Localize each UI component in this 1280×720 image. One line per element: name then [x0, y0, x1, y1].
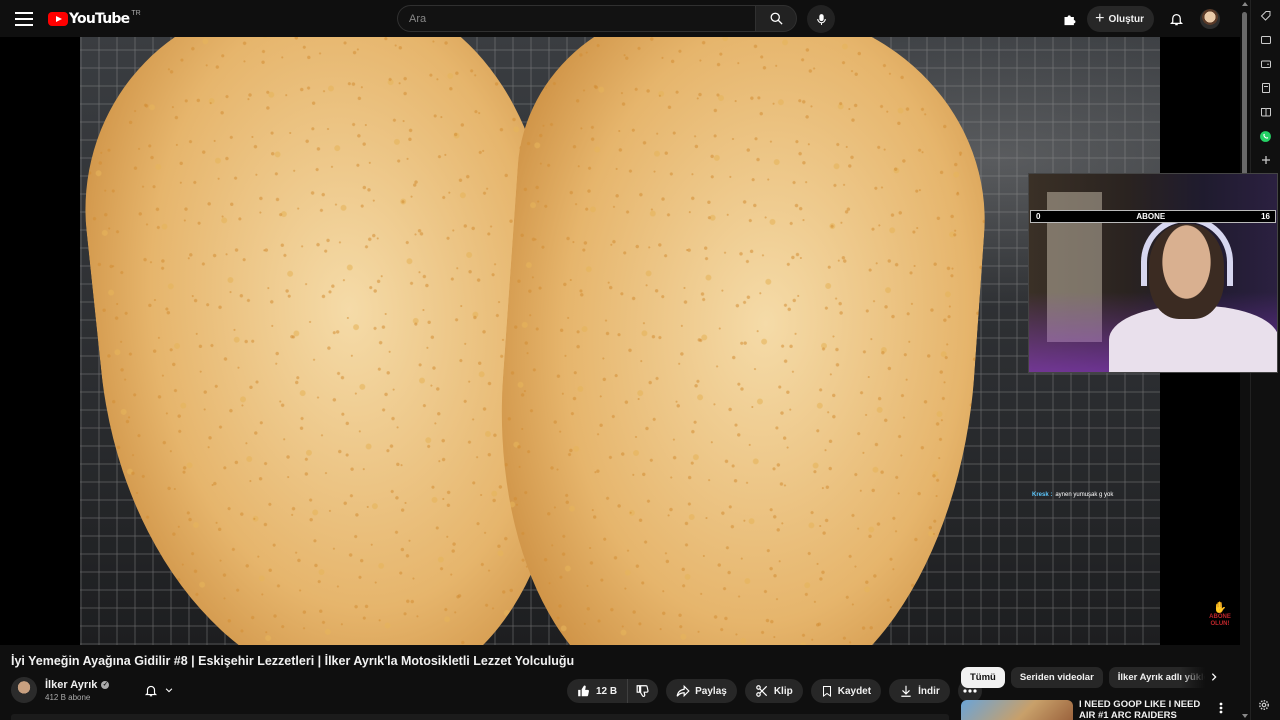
video-actions: 12 B Paylaş Klip Kaydet İndir	[567, 679, 982, 703]
side-panel-reader-button[interactable]	[1258, 104, 1274, 120]
recommendation-menu-button[interactable]	[1219, 702, 1223, 717]
notifications-button[interactable]	[1162, 5, 1190, 33]
side-panel-add-button[interactable]	[1258, 152, 1274, 168]
channel-name-link[interactable]: İlker Ayrık ✓	[45, 678, 110, 691]
channel-name: İlker Ayrık	[45, 678, 98, 691]
chip-series-videos[interactable]: Seriden videolar	[1010, 666, 1103, 688]
recommendation-thumbnail[interactable]	[961, 700, 1073, 720]
extension-puzzle-button[interactable]	[1055, 5, 1083, 33]
thumbs-down-icon	[636, 685, 649, 697]
scroll-down-arrow-icon[interactable]	[1242, 714, 1248, 718]
media-icon	[1260, 36, 1271, 44]
side-panel-media-button[interactable]	[1258, 32, 1274, 48]
clip-button[interactable]: Klip	[744, 679, 803, 703]
like-dislike-group: 12 B	[567, 679, 659, 703]
create-button[interactable]: + Oluştur	[1087, 6, 1154, 32]
logo-country-code: TR	[131, 9, 141, 17]
clip-label: Klip	[773, 685, 793, 697]
hand-icon: ✋	[1213, 602, 1227, 614]
dislike-button[interactable]	[628, 679, 658, 703]
share-arrow-icon	[676, 684, 690, 698]
book-icon	[1260, 108, 1271, 117]
plus-icon: +	[1095, 10, 1105, 27]
top-right-controls: + Oluştur	[1055, 5, 1240, 33]
more-vertical-icon	[1219, 702, 1223, 714]
channel-avatar[interactable]	[11, 677, 37, 703]
puzzle-icon	[1064, 14, 1076, 25]
play-logo-icon	[48, 12, 68, 26]
chat-username: Kresk :	[1032, 491, 1053, 498]
chips-next-button[interactable]	[1204, 667, 1224, 687]
sub-goal-start: 0	[1036, 212, 1041, 221]
side-panel-tag-button[interactable]	[1258, 8, 1274, 24]
chat-message: Kresk : aynen yumuşak g yok	[1032, 489, 1157, 500]
scroll-up-arrow-icon[interactable]	[1242, 2, 1248, 6]
chevron-down-icon	[166, 688, 173, 693]
channel-row: İlker Ayrık ✓ 412 B abone	[11, 677, 182, 703]
menu-icon[interactable]	[12, 8, 36, 30]
pastry-right-image	[481, 37, 999, 645]
scissors-icon	[755, 685, 767, 697]
video-title: İyi Yemeğin Ayağına Gidilir #8 | Eskişeh…	[11, 654, 575, 668]
save-label: Kaydet	[837, 685, 872, 697]
side-panel-settings-button[interactable]	[1258, 698, 1272, 712]
tag-icon	[1260, 11, 1270, 21]
recommendation-item[interactable]: I NEED GOOP LIKE I NEED AIR #1 ARC RAIDE…	[961, 699, 1231, 720]
video-frame[interactable]	[80, 37, 1160, 645]
headset-icon	[1141, 216, 1233, 286]
bell-icon	[145, 685, 158, 696]
subscriber-count: 412 B abone	[45, 692, 91, 702]
download-icon	[901, 685, 911, 697]
download-label: İndir	[918, 685, 940, 697]
recommendation-title[interactable]: I NEED GOOP LIKE I NEED AIR #1 ARC RAIDE…	[1079, 699, 1211, 720]
youtube-logo[interactable]: YouTube TR	[48, 9, 141, 29]
microphone-icon	[816, 13, 826, 25]
description-box-edge[interactable]	[11, 714, 949, 720]
share-button[interactable]: Paylaş	[666, 679, 737, 703]
subscriber-goal-bar: 0 ABONE 16	[1030, 210, 1276, 223]
chat-text: aynen yumuşak g yok	[1055, 491, 1114, 498]
save-button[interactable]: Kaydet	[810, 679, 882, 703]
notes-icon	[1261, 83, 1270, 93]
plus-icon	[1261, 156, 1270, 164]
sub-goal-end: 16	[1261, 212, 1270, 221]
side-panel-notes-button[interactable]	[1258, 80, 1274, 96]
webcam-overlay	[1028, 173, 1278, 373]
voice-search-button[interactable]	[807, 5, 835, 33]
chevron-right-icon	[1211, 673, 1217, 681]
create-label: Oluştur	[1108, 13, 1144, 25]
wallet-icon	[1260, 60, 1271, 68]
bell-icon	[1169, 14, 1183, 26]
chip-all[interactable]: Tümü	[961, 666, 1005, 688]
sub-goal-label: ABONE	[1136, 212, 1166, 221]
verified-check-icon: ✓	[101, 680, 110, 689]
scroll-thumb[interactable]	[1242, 12, 1247, 182]
search-button[interactable]	[755, 5, 797, 32]
gear-icon	[1259, 700, 1269, 710]
side-panel-wallet-button[interactable]	[1258, 56, 1274, 72]
search-bar	[397, 5, 797, 32]
share-label: Paylaş	[695, 685, 727, 697]
whatsapp-icon	[1260, 130, 1271, 142]
thumbs-up-icon	[578, 685, 589, 697]
subscription-bell-button[interactable]	[136, 679, 182, 701]
side-panel-whatsapp-button[interactable]	[1258, 128, 1274, 144]
search-input[interactable]	[397, 5, 755, 32]
logo-text: YouTube	[69, 11, 130, 27]
subscribe-watermark: ✋ ABONE OLUN!	[1206, 602, 1234, 627]
search-icon	[770, 12, 783, 25]
like-count: 12 B	[596, 685, 618, 697]
watermark-text: ABONE OLUN!	[1209, 614, 1231, 627]
top-bar: YouTube TR + Oluştur	[0, 0, 1240, 37]
more-horizontal-icon	[963, 689, 977, 693]
download-button[interactable]: İndir	[889, 679, 950, 703]
like-button[interactable]: 12 B	[567, 679, 629, 703]
account-avatar[interactable]	[1200, 9, 1220, 29]
channel-info: İlker Ayrık ✓ 412 B abone	[45, 678, 110, 702]
bookmark-icon	[822, 686, 831, 697]
